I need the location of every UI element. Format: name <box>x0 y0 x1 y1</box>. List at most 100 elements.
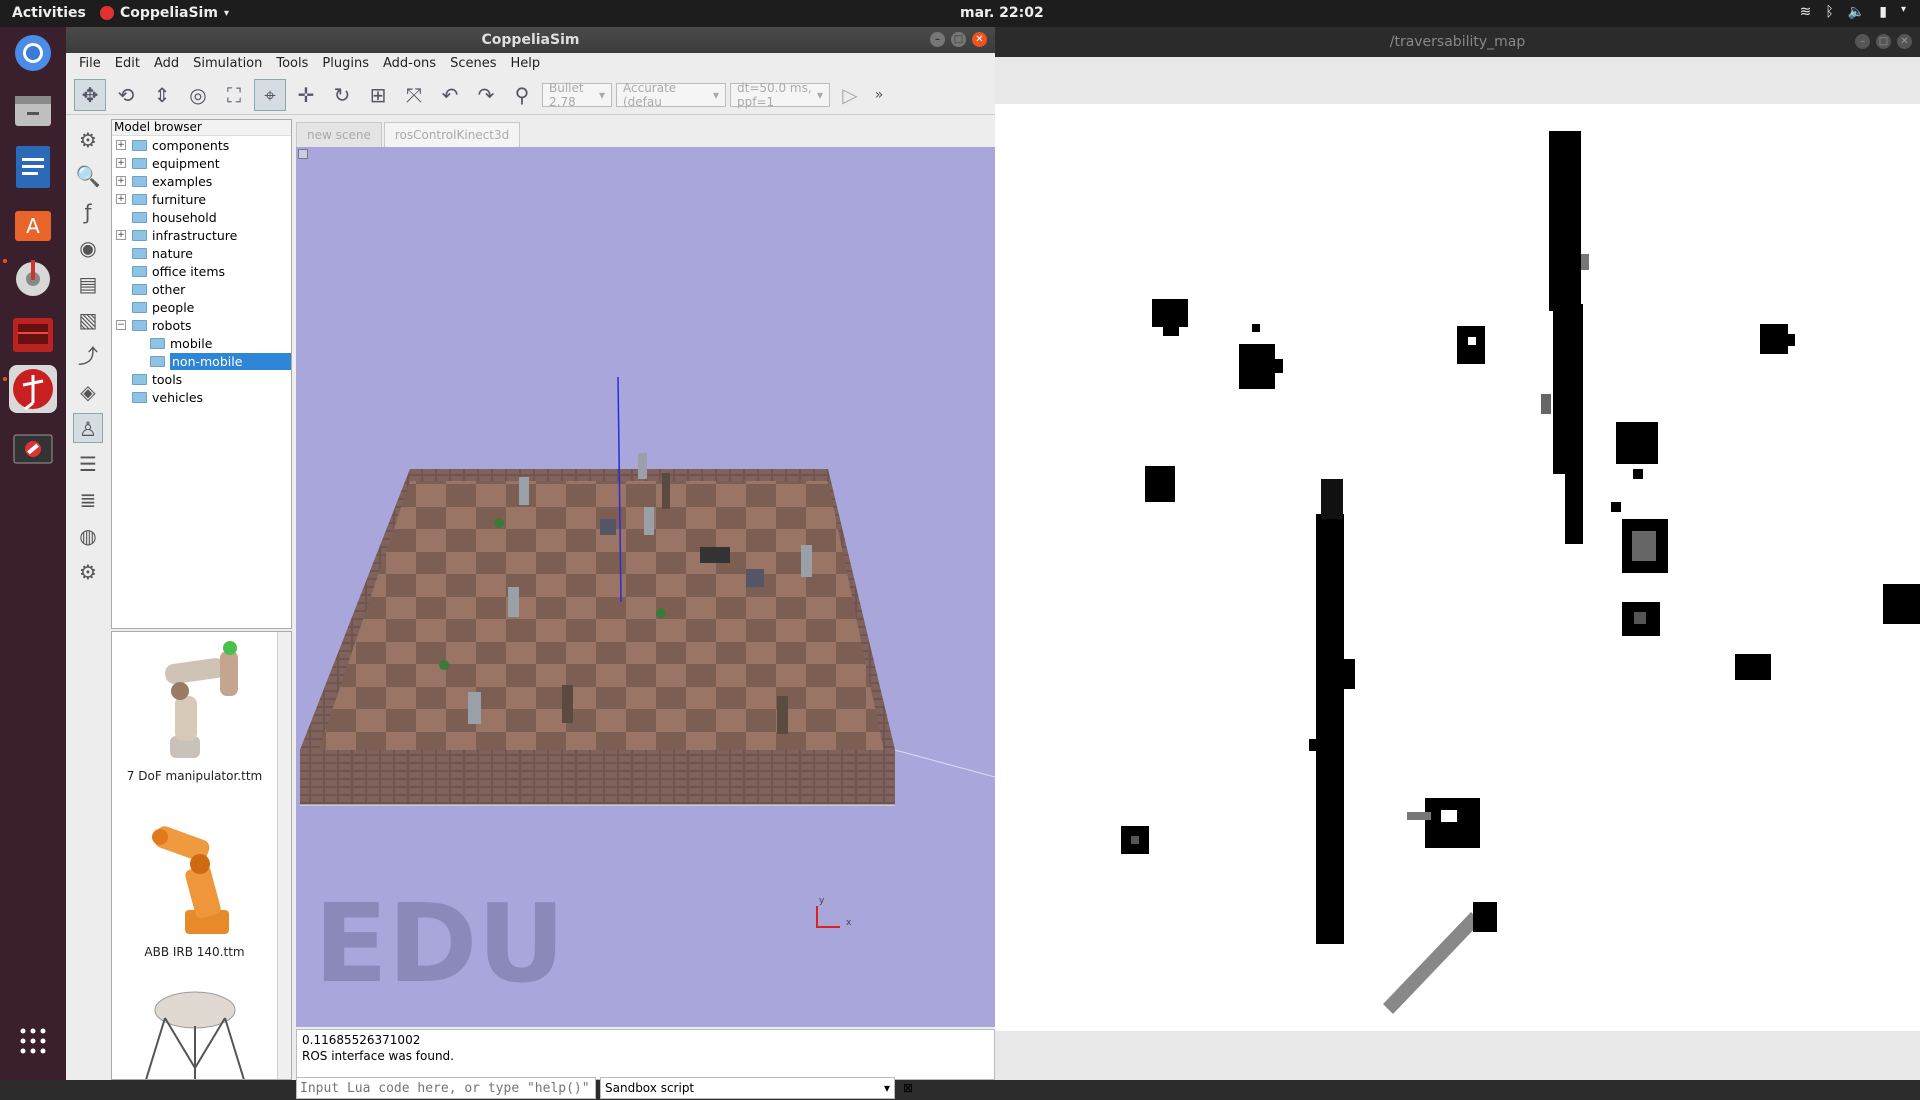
tree-item-mobile[interactable]: mobile <box>112 334 291 352</box>
camera-pan-icon[interactable]: ✥ <box>74 78 106 111</box>
menu-file[interactable]: File <box>72 53 108 75</box>
matlab-icon[interactable] <box>9 311 57 359</box>
tree-item-nature[interactable]: nature <box>112 244 291 262</box>
camera-rotate-icon[interactable]: ⟲ <box>110 79 142 111</box>
menu-tools[interactable]: Tools <box>269 53 315 75</box>
tab-roscontrolkinect3d[interactable]: rosControlKinect3d <box>383 122 521 148</box>
folder-icon <box>132 265 147 277</box>
chevron-down-icon[interactable]: ▾ <box>1901 4 1906 20</box>
writer-icon[interactable] <box>9 143 57 191</box>
camera-shift-icon[interactable]: ⇕ <box>146 79 178 111</box>
maximize-button[interactable]: □ <box>1876 34 1891 49</box>
scripts-icon[interactable]: ▤ <box>73 269 103 299</box>
tree-item-equipment[interactable]: + equipment <box>112 154 291 172</box>
viewport-corner-icon[interactable] <box>298 149 308 159</box>
object-rotate-icon[interactable]: ↻ <box>326 79 358 111</box>
coppelia-edu-icon[interactable] <box>9 365 57 413</box>
wifi-icon[interactable]: ≋ <box>1800 4 1812 20</box>
dynamics-toggle-icon[interactable]: ⚲ <box>506 79 538 111</box>
bluetooth-icon[interactable]: ᛒ <box>1825 4 1833 20</box>
activities-button[interactable]: Activities <box>12 5 86 21</box>
redo-icon[interactable]: ↷ <box>470 79 502 111</box>
assemble-icon[interactable]: ⊞ <box>362 79 394 111</box>
tree-item-infrastructure[interactable]: + infrastructure <box>112 226 291 244</box>
files-icon[interactable] <box>9 87 57 135</box>
tree-item-vehicles[interactable]: vehicles <box>112 388 291 406</box>
click-selection-icon[interactable]: ⌖ <box>254 78 286 111</box>
video-recorder-icon[interactable]: ◍ <box>73 521 103 551</box>
expand-icon[interactable]: + <box>116 140 126 150</box>
object-shift-icon[interactable]: ✛ <box>290 79 322 111</box>
battery-icon[interactable]: ▮ <box>1879 4 1887 20</box>
system-tray[interactable]: ≋ ᛒ 🔈 ▮ ▾ <box>1800 4 1906 20</box>
volume-icon[interactable]: 🔈 <box>1848 4 1865 20</box>
model-thumbnail[interactable]: ABB IRB 140.ttm <box>112 812 277 959</box>
tree-item-examples[interactable]: + examples <box>112 172 291 190</box>
software-center-icon[interactable]: A <box>9 199 57 247</box>
expand-icon[interactable]: + <box>116 194 126 204</box>
shape-edit-icon[interactable]: ▧ <box>73 305 103 335</box>
minimize-button[interactable]: – <box>1855 34 1870 49</box>
clock[interactable]: mar. 22:02 <box>960 5 1044 21</box>
maximize-button[interactable]: □ <box>951 32 966 47</box>
path-edit-icon[interactable]: ⤴ <box>73 341 103 371</box>
scene-viewport[interactable]: EDU y x <box>296 147 995 1027</box>
tree-item-household[interactable]: household <box>112 208 291 226</box>
timestep-select[interactable]: dt=50.0 ms, ppf=1 ▾ <box>730 81 830 109</box>
play-icon[interactable]: ▷ <box>834 79 866 111</box>
accuracy-select[interactable]: Accurate (defau ▾ <box>616 81 726 109</box>
menu-addons[interactable]: Add-ons <box>376 53 443 75</box>
traversability-map[interactable] <box>995 104 1920 1031</box>
tree-item-people[interactable]: people <box>112 298 291 316</box>
expand-icon[interactable]: + <box>116 158 126 168</box>
thumbnails-scrollbar[interactable] <box>277 632 291 1079</box>
clear-icon[interactable]: ⊠ <box>899 1077 917 1099</box>
settings-icon[interactable] <box>9 255 57 303</box>
minimize-button[interactable]: – <box>930 32 945 47</box>
script-select[interactable]: Sandbox script ▾ <box>600 1077 895 1099</box>
lua-command-input[interactable] <box>296 1077 596 1099</box>
simulation-settings-icon[interactable]: ⚙ <box>73 125 103 155</box>
collapse-icon[interactable]: − <box>116 320 126 330</box>
chrome-icon[interactable] <box>9 29 57 77</box>
collections-icon[interactable]: ◉ <box>73 233 103 263</box>
tree-item-furniture[interactable]: + furniture <box>112 190 291 208</box>
window-titlebar[interactable]: CoppeliaSim – □ ✕ <box>66 27 995 53</box>
model-thumbnail[interactable]: 7 DoF manipulator.ttm <box>112 636 277 783</box>
physics-engine-select[interactable]: Bullet 2.78 ▾ <box>542 81 612 109</box>
zoom-icon[interactable]: 🔍 <box>73 161 103 191</box>
model-browser-toggle-icon[interactable]: ♙ <box>73 413 103 443</box>
close-button[interactable]: ✕ <box>1897 34 1912 49</box>
close-button[interactable]: ✕ <box>972 32 987 47</box>
selection-icon[interactable]: ◈ <box>73 377 103 407</box>
user-settings-icon[interactable]: ⚙ <box>73 557 103 587</box>
transfer-dna-icon[interactable]: ⤧ <box>398 79 430 111</box>
menu-help[interactable]: Help <box>503 53 547 75</box>
menu-edit[interactable]: Edit <box>108 53 147 75</box>
app-menu[interactable]: CoppeliaSim ▾ <box>100 5 229 21</box>
camera-angle-icon[interactable]: ◎ <box>182 79 214 111</box>
tree-item-office-items[interactable]: office items <box>112 262 291 280</box>
scene-hierarchy-icon[interactable]: ☰ <box>73 449 103 479</box>
expand-icon[interactable]: + <box>116 230 126 240</box>
tree-item-other[interactable]: other <box>112 280 291 298</box>
toolbar-overflow-icon[interactable]: » <box>870 79 888 111</box>
menu-scenes[interactable]: Scenes <box>443 53 503 75</box>
menu-simulation[interactable]: Simulation <box>186 53 269 75</box>
tree-item-components[interactable]: + components <box>112 136 291 154</box>
calculation-modules-icon[interactable]: ƒ <box>73 197 103 227</box>
fit-to-view-icon[interactable]: ⛶ <box>218 79 250 111</box>
tree-item-non-mobile[interactable]: non-mobile <box>112 352 291 370</box>
layers-icon[interactable]: ≣ <box>73 485 103 515</box>
map-window-titlebar[interactable]: /traversability_map – □ ✕ <box>995 27 1920 57</box>
expand-icon[interactable]: + <box>116 176 126 186</box>
tree-item-tools[interactable]: tools <box>112 370 291 388</box>
app-grid-icon[interactable] <box>9 1017 57 1065</box>
menu-plugins[interactable]: Plugins <box>315 53 376 75</box>
menu-add[interactable]: Add <box>147 53 186 75</box>
tree-item-robots[interactable]: − robots <box>112 316 291 334</box>
model-thumbnail[interactable] <box>112 988 277 1079</box>
undo-icon[interactable]: ↶ <box>434 79 466 111</box>
blocked-icon[interactable] <box>9 425 57 473</box>
tab-new-scene[interactable]: new scene <box>296 122 382 148</box>
